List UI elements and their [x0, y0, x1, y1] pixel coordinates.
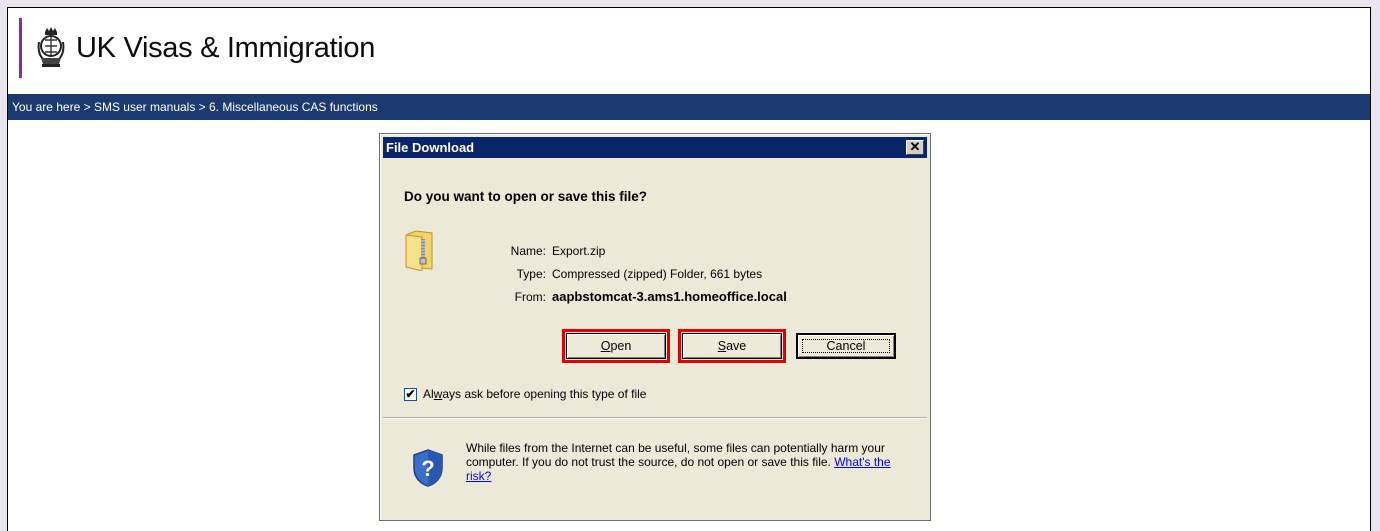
open-button-mnemonic: O [600, 339, 611, 353]
file-type-value: Compressed (zipped) Folder, 661 bytes [552, 266, 763, 281]
always-ask-row[interactable]: ✔ Always ask before opening this type of… [404, 387, 646, 401]
file-name-value: Export.zip [552, 243, 606, 258]
open-button-label: pen [610, 339, 632, 353]
zip-folder-icon [405, 230, 433, 271]
page-background [0, 0, 1380, 7]
file-download-dialog: File Download ✕ Do you want to open or s… [379, 133, 931, 521]
close-button[interactable]: ✕ [906, 140, 924, 155]
svg-text:?: ? [421, 456, 434, 481]
site-title: UK Visas & Immigration [76, 31, 376, 64]
dialog-titlebar[interactable]: File Download ✕ [383, 137, 927, 158]
dialog-title: File Download [386, 140, 475, 155]
focus-ring [802, 339, 890, 353]
file-info: Name: Export.zip Type: Compressed (zippe… [480, 239, 787, 308]
site-header: UK Visas & Immigration [19, 18, 375, 78]
file-type-label: Type: [516, 266, 546, 281]
save-button-label: ave [726, 339, 747, 353]
security-warning-panel: ? While files from the Internet can be u… [383, 419, 927, 516]
breadcrumb: You are here > SMS user manuals > 6. Mis… [8, 94, 1370, 120]
file-type-row: Type: Compressed (zipped) Folder, 661 by… [480, 262, 787, 285]
always-ask-label: Always ask before opening this type of f… [423, 387, 646, 401]
open-button[interactable]: Open [566, 333, 666, 359]
file-name-row: Name: Export.zip [480, 239, 787, 262]
dialog-question: Do you want to open or save this file? [404, 189, 648, 204]
file-from-label: From: [514, 289, 546, 304]
royal-crest-icon [37, 27, 65, 67]
save-button[interactable]: Save [682, 333, 782, 359]
file-name-label: Name: [510, 243, 546, 258]
file-from-row: From: aapbstomcat-3.ams1.homeoffice.loca… [480, 285, 787, 308]
shield-question-icon: ? [413, 449, 443, 487]
file-from-value: aapbstomcat-3.ams1.homeoffice.local [552, 289, 787, 304]
security-warning-text: While files from the Internet can be use… [466, 441, 916, 483]
always-ask-label-start: Al [423, 387, 434, 401]
warning-message: While files from the Internet can be use… [466, 441, 885, 469]
brand-stripe [19, 18, 22, 78]
always-ask-label-end: ays ask before opening this type of file [442, 387, 647, 401]
cancel-button[interactable]: Cancel [796, 333, 896, 359]
page-background-right [1371, 0, 1380, 531]
save-button-mnemonic: S [717, 339, 727, 353]
always-ask-checkbox[interactable]: ✔ [404, 387, 417, 401]
page-background-left [0, 0, 7, 531]
close-icon: ✕ [909, 139, 921, 154]
